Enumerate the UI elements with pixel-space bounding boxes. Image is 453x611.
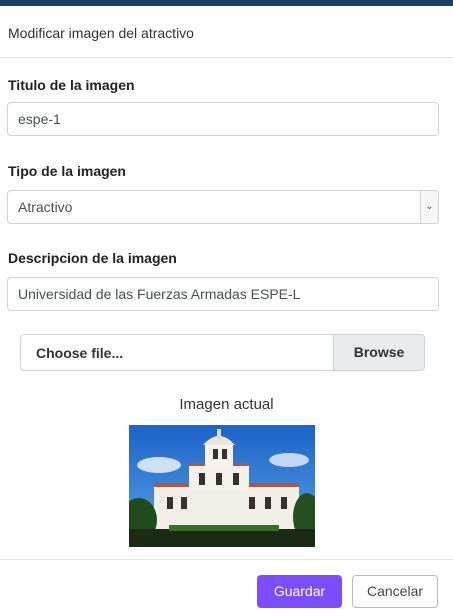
modal-title: Modificar imagen del atractivo (8, 25, 194, 41)
title-input[interactable]: espe-1 (7, 102, 439, 136)
file-input-placeholder: Choose file... (36, 345, 124, 361)
type-select-value: Atractivo (18, 199, 73, 215)
current-image-caption: Imagen actual (179, 396, 274, 413)
browse-button[interactable]: Browse (333, 335, 424, 370)
cancel-button[interactable]: Cancelar (352, 575, 438, 608)
chevron-down-icon[interactable]: ⌄ (420, 191, 438, 223)
title-label: Titulo de la imagen (8, 77, 135, 93)
description-label: Descripcion de la imagen (8, 250, 177, 266)
footer-divider (0, 559, 453, 560)
modal-header: Modificar imagen del atractivo (0, 6, 453, 58)
description-input[interactable]: Universidad de las Fuerzas Armadas ESPE-… (7, 277, 439, 311)
save-button[interactable]: Guardar (257, 575, 342, 608)
current-image-preview (129, 425, 315, 547)
type-select[interactable]: Atractivo ⌄ (7, 190, 439, 224)
file-input[interactable]: Choose file... Browse (20, 334, 425, 371)
type-label: Tipo de la imagen (8, 163, 126, 179)
